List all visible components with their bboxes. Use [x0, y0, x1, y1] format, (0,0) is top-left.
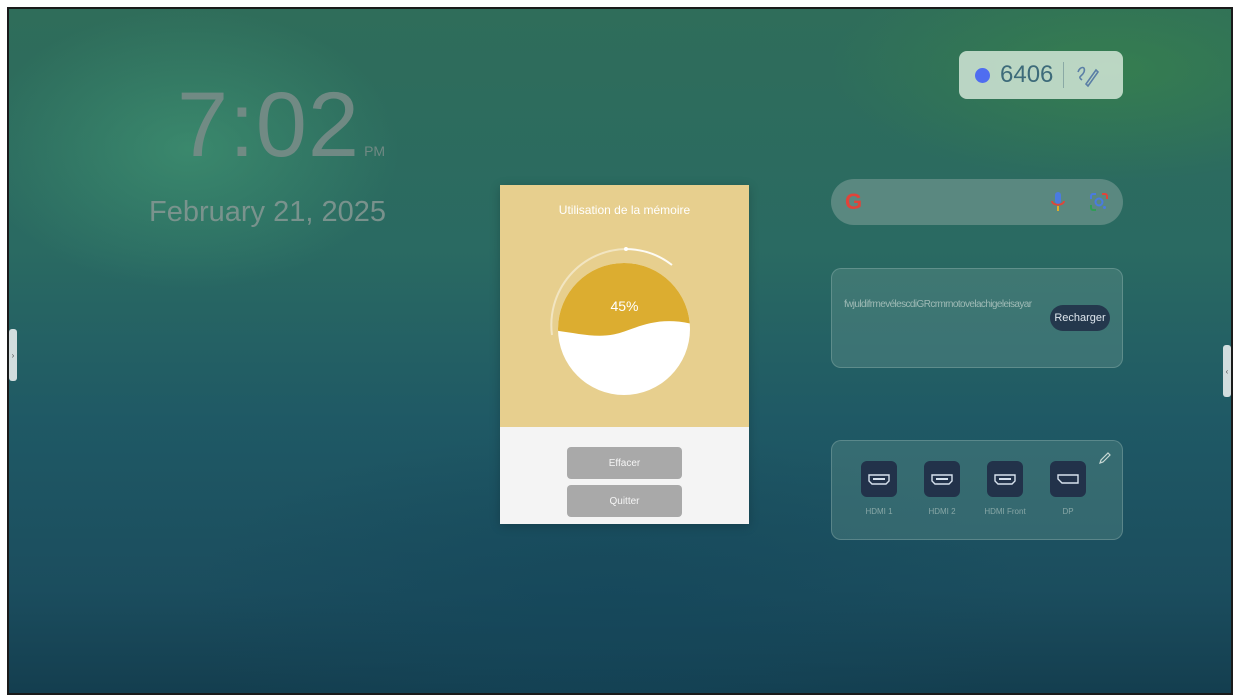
status-code: 6406	[1000, 61, 1054, 88]
reload-card: fwjuldifrmevélescdiGRcrmrnotovelachigele…	[831, 268, 1123, 368]
source-hdmi-2[interactable]: HDMI 2	[912, 461, 972, 516]
status-badge[interactable]: 6406	[959, 51, 1123, 99]
source-label: HDMI 1	[865, 507, 893, 516]
input-sources-card: HDMI 1 HDMI 2 HDMI Front DP	[831, 440, 1123, 540]
pencil-icon[interactable]	[1098, 451, 1112, 465]
source-label: DP	[1062, 507, 1074, 516]
source-hdmi-front[interactable]: HDMI Front	[975, 461, 1035, 516]
source-label: HDMI Front	[984, 507, 1026, 516]
badge-divider	[1063, 62, 1065, 88]
desktop-screen: 7:02 PM February 21, 2025 6406 G fwjuldif…	[7, 7, 1233, 695]
status-dot	[975, 67, 990, 83]
memory-usage-dialog: Utilisation de la mémoire 45% Effacer Qu…	[500, 185, 749, 524]
google-search-bar[interactable]: G	[831, 179, 1123, 225]
reload-button[interactable]: Recharger	[1050, 305, 1110, 331]
clock-ampm: PM	[364, 143, 386, 159]
displayport-icon	[1050, 461, 1086, 497]
clear-button[interactable]: Effacer	[567, 447, 682, 479]
clock-time-value: 7:02	[177, 74, 361, 176]
pen-scribble-icon[interactable]	[1074, 62, 1100, 88]
source-dp[interactable]: DP	[1038, 461, 1098, 516]
memory-gauge	[550, 247, 690, 395]
memory-percent: 45%	[610, 298, 639, 314]
quit-button[interactable]: Quitter	[567, 485, 682, 517]
reload-message: fwjuldifrmevélescdiGRcrmrnotovelachigele…	[844, 299, 1032, 310]
source-label: HDMI 2	[928, 507, 956, 516]
right-edge-handle[interactable]: ‹	[1223, 345, 1231, 397]
mic-icon[interactable]	[1049, 191, 1067, 213]
clock-date: February 21, 2025	[149, 196, 386, 228]
google-logo-icon: G	[845, 189, 863, 214]
source-hdmi-1[interactable]: HDMI 1	[849, 461, 909, 516]
hdmi-port-icon	[924, 461, 960, 497]
dialog-title: Utilisation de la mémoire	[558, 203, 691, 217]
google-lens-icon[interactable]	[1089, 192, 1109, 212]
hdmi-port-icon	[861, 461, 897, 497]
hdmi-port-icon	[987, 461, 1023, 497]
left-edge-handle[interactable]: ›	[9, 329, 17, 381]
clock-time: 7:02 PM	[177, 79, 385, 171]
